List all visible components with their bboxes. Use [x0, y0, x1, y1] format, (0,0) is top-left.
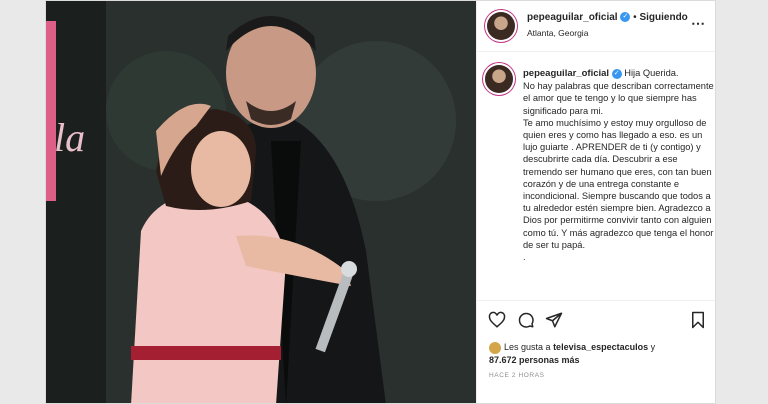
photo-illustration: la: [46, 1, 476, 403]
profile-avatar[interactable]: [487, 12, 515, 40]
location-link[interactable]: Atlanta, Georgia: [527, 28, 588, 38]
caption-verified-icon: ✓: [611, 68, 622, 79]
ellipsis-icon[interactable]: ⋯: [691, 15, 706, 32]
post-sidebar: pepeaguilar_oficial ✓ • Siguiendo Atlant…: [476, 1, 715, 403]
caption-username[interactable]: pepeaguilar_oficial: [523, 68, 609, 79]
comment-icon[interactable]: [517, 311, 535, 329]
verified-icon: ✓: [620, 12, 631, 23]
likes-connector: y: [650, 342, 656, 352]
following-button[interactable]: Siguiendo: [639, 12, 687, 23]
heart-icon[interactable]: [488, 311, 506, 329]
caption-body: pepeaguilar_oficial ✓ Hija Querida. No h…: [523, 67, 715, 263]
instagram-post: la pepeaguilar_oficial ✓ • Siguiendo Atl…: [45, 0, 716, 404]
likes-count[interactable]: 87.672 personas más: [489, 355, 580, 365]
likes-prefix: Les gusta a: [504, 342, 551, 352]
liker-username[interactable]: televisa_espectaculos: [553, 342, 648, 352]
username-link[interactable]: pepeaguilar_oficial: [527, 12, 618, 23]
bookmark-icon[interactable]: [689, 311, 707, 329]
header-line: pepeaguilar_oficial ✓ • Siguiendo: [527, 12, 688, 23]
caption-avatar[interactable]: [485, 65, 513, 93]
action-bar: [477, 300, 715, 341]
svg-text:la: la: [54, 115, 85, 160]
post-timestamp[interactable]: HACE 2 HORAS: [489, 372, 545, 379]
caption-text: Hija Querida. No hay palabras que descri…: [523, 68, 714, 263]
separator-dot: •: [633, 12, 637, 23]
share-icon[interactable]: [545, 311, 563, 329]
likes-line: Les gusta a televisa_espectaculos y 87.6…: [489, 341, 709, 367]
post-photo[interactable]: la: [46, 1, 476, 403]
liker-avatar: [489, 341, 501, 354]
post-header: pepeaguilar_oficial ✓ • Siguiendo Atlant…: [477, 1, 715, 52]
